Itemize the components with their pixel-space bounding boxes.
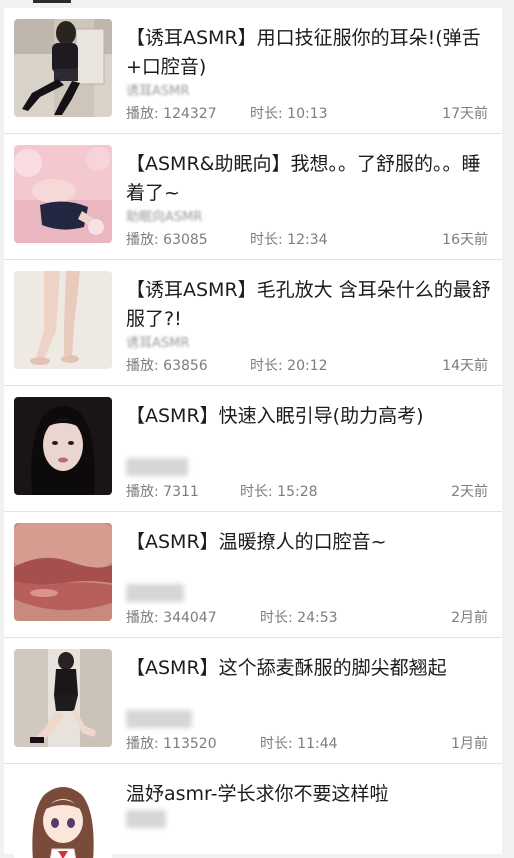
legs-photo: [14, 271, 112, 369]
uploader-name[interactable]: 助眠向ASMR: [126, 206, 202, 225]
video-meta: 播放: 7311 时长: 15:28 2天前: [126, 481, 488, 500]
play-count: 播放: 113520: [126, 736, 217, 752]
video-thumbnail[interactable]: [14, 145, 112, 243]
video-thumbnail[interactable]: [14, 775, 112, 858]
video-title[interactable]: 【ASMR】快速入眠引导(助力高考): [126, 402, 494, 431]
video-meta: 播放: 344047 时长: 24:53 2月前: [126, 607, 488, 626]
video-title[interactable]: 温妤asmr-学长求你不要这样啦: [126, 780, 494, 809]
video-thumbnail[interactable]: [14, 649, 112, 747]
video-duration: 时长: 12:34: [250, 232, 328, 248]
video-list-item[interactable]: 【诱耳ASMR】用口技征服你的耳朵!(弹舌+口腔音) 诱耳ASMR 播放: 12…: [4, 8, 502, 134]
video-meta: 播放: 63085 时长: 12:34 16天前: [126, 229, 488, 248]
video-thumbnail[interactable]: [14, 397, 112, 495]
video-list-item[interactable]: 【ASMR】快速入眠引导(助力高考) 播放: 7311 时长: 15:28 2天…: [4, 386, 502, 512]
play-count: 播放: 63856: [126, 358, 208, 374]
video-title[interactable]: 【诱耳ASMR】用口技征服你的耳朵!(弹舌+口腔音): [126, 24, 494, 82]
uploader-name[interactable]: 诱耳ASMR: [126, 80, 189, 99]
video-list-item[interactable]: 温妤asmr-学长求你不要这样啦: [4, 764, 502, 858]
video-list-item[interactable]: 【ASMR&助眠向】我想。。了舒服的。。睡着了~ 助眠向ASMR 播放: 630…: [4, 134, 502, 260]
video-list: 【诱耳ASMR】用口技征服你的耳朵!(弹舌+口腔音) 诱耳ASMR 播放: 12…: [4, 8, 502, 858]
uploader-name[interactable]: [126, 710, 192, 728]
portrait-photo: [14, 397, 112, 495]
uploader-name[interactable]: [126, 810, 166, 828]
upload-time: 14天前: [442, 358, 488, 374]
video-duration: 时长: 24:53: [260, 610, 338, 626]
uploader-name[interactable]: [126, 584, 184, 602]
upload-time: 16天前: [442, 232, 488, 248]
uploader-name[interactable]: 诱耳ASMR: [126, 332, 189, 351]
video-duration: 时长: 10:13: [250, 106, 328, 122]
play-count: 播放: 63085: [126, 232, 208, 248]
video-meta: 播放: 113520 时长: 11:44 1月前: [126, 733, 488, 752]
play-count: 播放: 7311: [126, 484, 199, 500]
video-title[interactable]: 【ASMR&助眠向】我想。。了舒服的。。睡着了~: [126, 150, 494, 208]
video-list-item[interactable]: 【ASMR】这个舔麦酥服的脚尖都翘起 播放: 113520 时长: 11:44 …: [4, 638, 502, 764]
tab-indicator: [33, 0, 71, 3]
video-title[interactable]: 【ASMR】这个舔麦酥服的脚尖都翘起: [126, 654, 494, 683]
upload-time: 1月前: [451, 736, 488, 752]
video-duration: 时长: 20:12: [250, 358, 328, 374]
play-count: 播放: 124327: [126, 106, 217, 122]
video-list-item[interactable]: 【诱耳ASMR】毛孔放大 含耳朵什么的最舒服了?! 诱耳ASMR 播放: 638…: [4, 260, 502, 386]
video-title[interactable]: 【诱耳ASMR】毛孔放大 含耳朵什么的最舒服了?!: [126, 276, 494, 334]
video-meta: 播放: 124327 时长: 10:13 17天前: [126, 103, 488, 122]
video-meta: 播放: 63856 时长: 20:12 14天前: [126, 355, 488, 374]
video-thumbnail[interactable]: [14, 523, 112, 621]
upload-time: 2月前: [451, 610, 488, 626]
anime-girl-illustration: [14, 775, 112, 858]
video-duration: 时长: 15:28: [240, 484, 318, 500]
uploader-name[interactable]: [126, 458, 188, 476]
video-thumbnail[interactable]: [14, 271, 112, 369]
pink-bedroom-photo: [14, 145, 112, 243]
woman-on-chair-photo: [14, 19, 112, 117]
lips-closeup-photo: [14, 523, 112, 621]
video-thumbnail[interactable]: [14, 19, 112, 117]
video-duration: 时长: 11:44: [260, 736, 338, 752]
play-count: 播放: 344047: [126, 610, 217, 626]
video-title[interactable]: 【ASMR】温暖撩人的口腔音~: [126, 528, 494, 557]
upload-time: 2天前: [451, 484, 488, 500]
video-list-item[interactable]: 【ASMR】温暖撩人的口腔音~ 播放: 344047 时长: 24:53 2月前: [4, 512, 502, 638]
upload-time: 17天前: [442, 106, 488, 122]
kneeling-pose-photo: [14, 649, 112, 747]
